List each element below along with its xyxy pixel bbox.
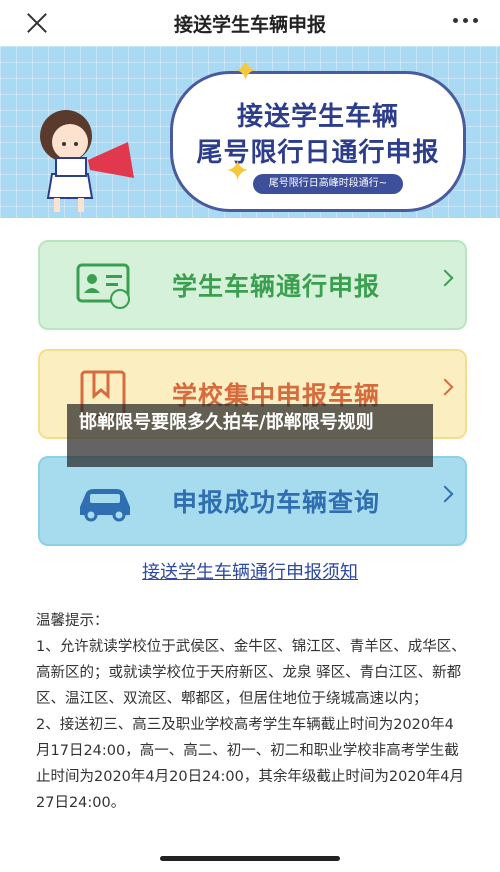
banner: 接送学生车辆 尾号限行日通行申报 尾号限行日高峰时段通行~ ✦ ✦ [0,46,500,218]
chevron-right-icon [436,378,454,396]
id-card-icon [76,263,130,309]
tips-item: 1、允许就读学校位于武侯区、金牛区、锦江区、青羊区、成华区、高新区的；或就读学校… [36,639,466,707]
banner-title-line2: 尾号限行日通行申报 [196,138,440,168]
sparkle-icon: ✦ [225,154,251,189]
home-indicator[interactable] [160,856,340,861]
close-icon[interactable] [24,10,50,36]
sparkle-icon: ✦ [233,54,259,89]
top-bar: 接送学生车辆申报 [0,0,500,46]
approved-vehicle-query-button[interactable]: 申报成功车辆查询 [38,456,467,546]
card-label: 学生车辆通行申报 [172,272,381,301]
chevron-right-icon [436,485,454,503]
banner-tag: 尾号限行日高峰时段通行~ [253,174,403,194]
tips-item: 2、接送初三、高三及职业学校高考学生车辆截止时间为2020年4月17日24:00… [36,717,464,811]
card-label: 申报成功车辆查询 [172,488,381,517]
chevron-right-icon [436,269,454,287]
page-title: 接送学生车辆申报 [173,13,326,36]
tips-section: 温馨提示： 1、允许就读学校位于武侯区、金牛区、锦江区、青羊区、成华区、高新区的… [36,608,466,816]
girl-with-megaphone-illustration [40,110,134,212]
banner-bubble: 接送学生车辆 尾号限行日通行申报 尾号限行日高峰时段通行~ [170,71,466,212]
banner-title-line1: 接送学生车辆 [236,102,399,132]
tips-heading: 温馨提示： [36,613,109,629]
more-options-icon[interactable] [453,18,478,23]
student-vehicle-application-button[interactable]: 学生车辆通行申报 [38,240,467,330]
car-icon [80,489,130,522]
application-notice-link[interactable]: 接送学生车辆通行申报须知 [0,558,500,584]
article-title-overlay: 邯郸限号要限多久拍车/邯郸限号规则 [67,404,433,467]
